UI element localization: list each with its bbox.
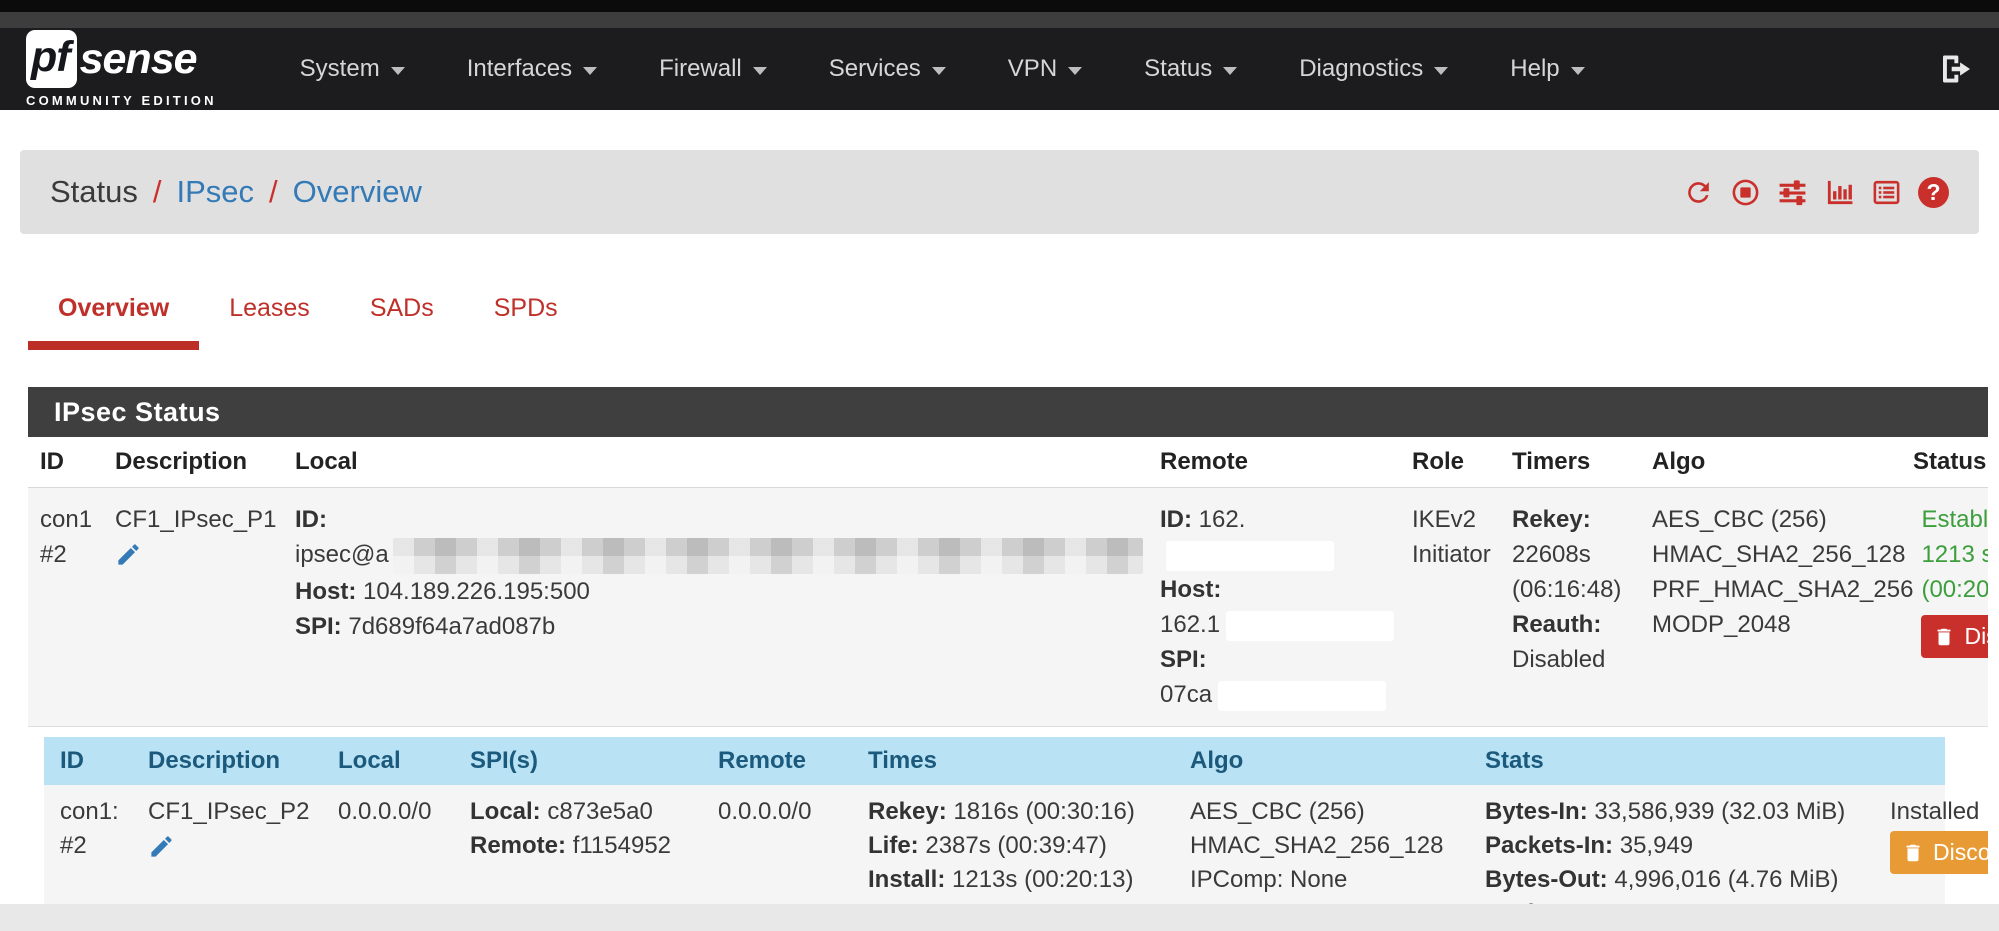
community-edition-label: COMMUNITY EDITION — [26, 93, 217, 108]
cell-timers: Rekey: 22608s (06:16:48) Reauth: Disable… — [1512, 502, 1652, 712]
menu-item-firewall[interactable]: Firewall — [628, 55, 798, 83]
col-header-description: Description — [148, 747, 338, 775]
pfsense-logo[interactable]: pfsense COMMUNITY EDITION — [26, 30, 217, 108]
caret-down-icon — [753, 67, 767, 75]
main-menu: System Interfaces Firewall Services VPN … — [269, 55, 1616, 83]
trash-icon — [1933, 626, 1955, 648]
menu-item-diagnostics[interactable]: Diagnostics — [1268, 55, 1479, 83]
sign-out-icon[interactable] — [1937, 51, 1973, 87]
col-header-description: Description — [115, 448, 295, 476]
col-header-spis: SPI(s) — [470, 747, 718, 775]
breadcrumb-ipsec-link[interactable]: IPsec — [177, 174, 255, 210]
breadcrumb-separator: / — [269, 174, 278, 210]
menu-item-status[interactable]: Status — [1113, 55, 1268, 83]
col-header-algo: Algo — [1190, 747, 1485, 775]
child-sa-table: ID Description Local SPI(s) Remote Times… — [44, 737, 1945, 931]
pfsense-logo-sense: sense — [80, 38, 197, 81]
col-header-remote: Remote — [1160, 448, 1412, 476]
edit-pencil-icon[interactable] — [115, 541, 287, 578]
list-view-icon[interactable] — [1871, 177, 1902, 208]
bar-chart-icon[interactable] — [1824, 177, 1855, 208]
stop-circle-icon[interactable] — [1730, 177, 1761, 208]
breadcrumb-overview-link[interactable]: Overview — [293, 174, 422, 210]
col-header-local: Local — [295, 448, 1160, 476]
menu-item-help[interactable]: Help — [1479, 55, 1615, 83]
menu-item-interfaces[interactable]: Interfaces — [436, 55, 628, 83]
col-header-timers: Timers — [1512, 448, 1652, 476]
cell-id: con1 #2 — [40, 502, 115, 712]
page-bottom-background — [0, 904, 1999, 931]
disconnect-button[interactable]: Disco — [1890, 831, 1988, 874]
cell-remote: ID: 162. Host: 162.1 SPI: 07ca — [1160, 502, 1412, 712]
browser-chrome-strip — [0, 12, 1999, 28]
refresh-icon[interactable] — [1683, 177, 1714, 208]
cell-local: ID: ipsec@a Host: 104.189.226.195:500 SP… — [295, 502, 1160, 712]
pfsense-logo-pf: pf — [26, 30, 77, 88]
child-table-header-row: ID Description Local SPI(s) Remote Times… — [44, 737, 1945, 785]
cell-role: IKEv2 Initiator — [1412, 502, 1512, 712]
menu-item-services[interactable]: Services — [798, 55, 977, 83]
page-action-icons — [1683, 177, 1949, 208]
tab-overview[interactable]: Overview — [28, 280, 199, 350]
col-header-stats: Stats — [1485, 747, 1890, 775]
col-header-status: Status — [1913, 448, 1988, 476]
tab-sads[interactable]: SADs — [340, 280, 464, 350]
menu-item-system[interactable]: System — [269, 55, 436, 83]
menu-item-vpn[interactable]: VPN — [977, 55, 1113, 83]
caret-down-icon — [1571, 67, 1585, 75]
top-navbar: pfsense COMMUNITY EDITION System Interfa… — [0, 28, 1999, 110]
col-header-local: Local — [338, 747, 470, 775]
breadcrumb-status: Status — [50, 174, 138, 210]
col-header-role: Role — [1412, 448, 1512, 476]
tab-leases[interactable]: Leases — [199, 280, 340, 350]
col-header-id: ID — [40, 448, 115, 476]
redacted-box — [1226, 611, 1394, 641]
col-header-times: Times — [868, 747, 1190, 775]
redacted-box — [1218, 681, 1386, 711]
col-header-algo: Algo — [1652, 448, 1913, 476]
caret-down-icon — [391, 67, 405, 75]
cell-status: Establ 1213 s (00:20 Dis — [1921, 502, 1988, 712]
redacted-blur — [393, 538, 1143, 574]
parent-table-header-row: ID Description Local Remote Role Timers … — [28, 437, 1988, 488]
table-row: con1 #2 CF1_IPsec_P1 ID: ipsec@a Host: 1… — [28, 488, 1988, 727]
panel-title: IPsec Status — [28, 387, 1988, 437]
trash-icon — [1902, 842, 1924, 864]
ipsec-status-panel: IPsec Status ID Description Local Remote… — [28, 387, 1988, 931]
caret-down-icon — [583, 67, 597, 75]
ipsec-tabs: Overview Leases SADs SPDs — [28, 280, 1999, 350]
caret-down-icon — [932, 67, 946, 75]
cell-algo: AES_CBC (256) HMAC_SHA2_256_128 PRF_HMAC… — [1652, 502, 1921, 712]
caret-down-icon — [1434, 67, 1448, 75]
breadcrumb-bar: Status / IPsec / Overview — [20, 150, 1979, 234]
status-installed: Installed — [1890, 795, 1988, 829]
col-header-id: ID — [60, 747, 148, 775]
status-established: Establ — [1921, 502, 1988, 537]
disconnect-button[interactable]: Dis — [1921, 615, 1988, 658]
help-circle-icon[interactable] — [1918, 177, 1949, 208]
edit-pencil-icon[interactable] — [148, 833, 330, 870]
tab-spds[interactable]: SPDs — [464, 280, 588, 350]
cell-description: CF1_IPsec_P1 — [115, 502, 295, 712]
col-header-remote: Remote — [718, 747, 868, 775]
breadcrumb-separator: / — [153, 174, 162, 210]
caret-down-icon — [1223, 67, 1237, 75]
pfsense-logo-wordmark: pfsense — [26, 30, 217, 88]
pfsense-ipsec-status-page: pfsense COMMUNITY EDITION System Interfa… — [0, 0, 1999, 931]
window-top-strip — [0, 0, 1999, 12]
sliders-icon[interactable] — [1777, 177, 1808, 208]
redacted-box — [1166, 541, 1334, 571]
caret-down-icon — [1068, 67, 1082, 75]
